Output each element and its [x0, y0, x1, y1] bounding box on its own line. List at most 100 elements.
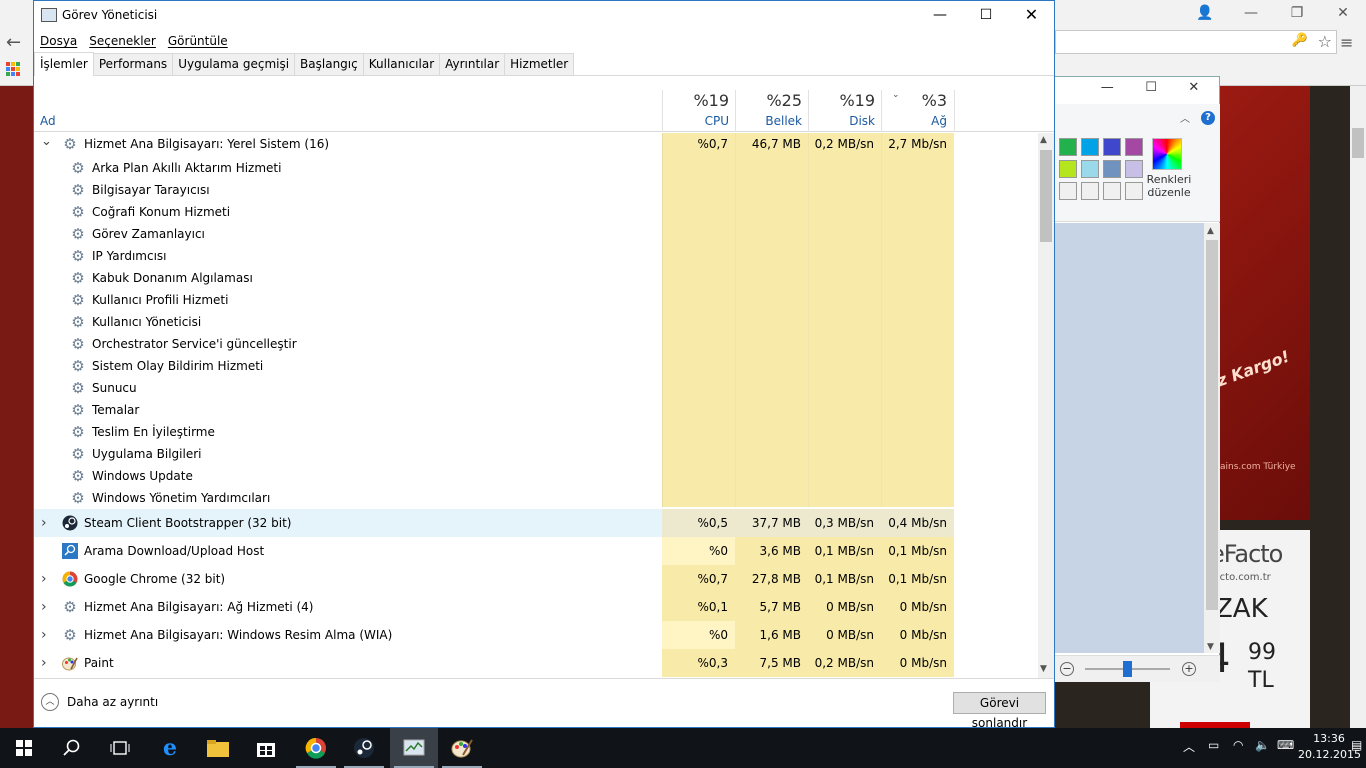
- taskbar-edge[interactable]: e: [146, 728, 194, 768]
- table-row[interactable]: ⌄ ⚙ Hizmet Ana Bilgisayarı: Yerel Sistem (…: [34, 133, 1038, 155]
- tab-processes[interactable]: İşlemler: [34, 52, 94, 76]
- color-swatch[interactable]: [1059, 160, 1077, 178]
- browser-restore-button[interactable]: ❐: [1274, 0, 1320, 26]
- back-arrow-icon[interactable]: ←: [6, 32, 28, 54]
- color-swatch[interactable]: [1125, 182, 1143, 200]
- color-swatch[interactable]: [1103, 138, 1121, 156]
- color-swatch[interactable]: [1081, 160, 1099, 178]
- scroll-up-icon[interactable]: ▲: [1040, 135, 1047, 145]
- taskbar-chrome[interactable]: [292, 728, 340, 768]
- paint-scrollbar-thumb[interactable]: [1206, 240, 1218, 610]
- column-disk-header[interactable]: %19 Disk: [808, 90, 882, 132]
- taskbar-store[interactable]: [242, 728, 290, 768]
- star-icon[interactable]: ☆: [1318, 32, 1332, 51]
- service-row[interactable]: ⚙ Temalar: [34, 399, 1038, 421]
- service-row[interactable]: ⚙ Görev Zamanlayıcı: [34, 223, 1038, 245]
- taskbar-paint[interactable]: [438, 728, 486, 768]
- paint-maximize-button[interactable]: ☐: [1145, 80, 1157, 102]
- table-row[interactable]: %0,7 27,8 MB 0,1 MB/sn 0,1 Mb/sn › Google Chr…: [34, 565, 1038, 593]
- chevron-up-icon[interactable]: ︿: [41, 693, 59, 711]
- process-list-scrollbar-thumb[interactable]: [1040, 150, 1052, 242]
- color-swatch[interactable]: [1125, 160, 1143, 178]
- column-cpu-header[interactable]: %19 CPU: [662, 90, 736, 132]
- zoom-slider-thumb[interactable]: [1123, 661, 1132, 677]
- service-row[interactable]: ⚙ Kabuk Donanım Algılaması: [34, 267, 1038, 289]
- chevron-down-icon[interactable]: ⌄: [41, 133, 52, 151]
- fewer-details-link[interactable]: Daha az ayrıntı: [67, 695, 158, 709]
- help-icon[interactable]: ?: [1201, 111, 1215, 125]
- user-icon[interactable]: 👤: [1182, 0, 1228, 26]
- search-button[interactable]: [48, 728, 96, 768]
- service-row[interactable]: ⚙ Uygulama Bilgileri: [34, 443, 1038, 465]
- service-row[interactable]: ⚙ Bilgisayar Tarayıcısı: [34, 179, 1038, 201]
- taskbar-task-manager[interactable]: [390, 728, 438, 768]
- paint-canvas-area[interactable]: [1055, 223, 1205, 653]
- browser-scrollbar[interactable]: [1350, 86, 1366, 728]
- tab-services[interactable]: Hizmetler: [504, 53, 575, 75]
- service-row[interactable]: ⚙ Windows Update: [34, 465, 1038, 487]
- table-row[interactable]: %0,3 7,5 MB 0,2 MB/sn 0 Mb/sn › Paint: [34, 649, 1038, 677]
- browser-close-button[interactable]: ✕: [1320, 0, 1366, 26]
- menu-options[interactable]: Seçenekler: [83, 31, 162, 51]
- paint-close-button[interactable]: ✕: [1188, 80, 1199, 102]
- zoom-out-button[interactable]: −: [1060, 662, 1074, 676]
- tab-details[interactable]: Ayrıntılar: [439, 53, 506, 75]
- taskbar-steam[interactable]: [340, 728, 388, 768]
- color-swatch[interactable]: [1059, 138, 1077, 156]
- table-row[interactable]: %0,1 5,7 MB 0 MB/sn 0 Mb/sn › ⚙ Hizmet Ana Bil…: [34, 593, 1038, 621]
- browser-scrollbar-thumb[interactable]: [1352, 128, 1364, 158]
- service-row[interactable]: ⚙ Coğrafi Konum Hizmeti: [34, 201, 1038, 223]
- column-name-header[interactable]: Ad: [40, 114, 56, 128]
- service-row[interactable]: ⚙ Kullanıcı Profili Hizmeti: [34, 289, 1038, 311]
- menu-view[interactable]: Görüntüle: [162, 31, 234, 51]
- browser-minimize-button[interactable]: —: [1228, 0, 1274, 26]
- chevron-right-icon[interactable]: ›: [41, 593, 47, 621]
- color-swatch[interactable]: [1103, 160, 1121, 178]
- tab-users[interactable]: Kullanıcılar: [362, 53, 441, 75]
- service-row[interactable]: ⚙ Windows Yönetim Yardımcıları: [34, 487, 1038, 509]
- paint-minimize-button[interactable]: —: [1101, 80, 1114, 102]
- start-button[interactable]: [0, 728, 48, 768]
- end-task-button[interactable]: Görevi sonlandır: [953, 692, 1046, 730]
- menu-file[interactable]: Dosya: [34, 31, 83, 51]
- maximize-button[interactable]: ☐: [963, 0, 1009, 30]
- key-icon[interactable]: 🔑: [1292, 33, 1308, 48]
- edit-colors-icon[interactable]: [1152, 138, 1182, 170]
- color-swatch[interactable]: [1103, 182, 1121, 200]
- paint-scroll-down-icon[interactable]: ▼: [1207, 642, 1214, 652]
- tab-startup[interactable]: Başlangıç: [294, 53, 364, 75]
- address-bar[interactable]: 🔑 ☆: [1055, 30, 1337, 54]
- chevron-right-icon[interactable]: ›: [41, 509, 47, 537]
- edit-colors-label[interactable]: Renkleri düzenle: [1146, 173, 1192, 199]
- table-row[interactable]: %0 3,6 MB 0,1 MB/sn 0,1 Mb/sn Arama Download…: [34, 537, 1038, 565]
- menu-icon[interactable]: ≡: [1340, 33, 1360, 53]
- service-row[interactable]: ⚙ Sistem Olay Bildirim Hizmeti: [34, 355, 1038, 377]
- minimize-button[interactable]: —: [917, 0, 963, 30]
- tray-expand-icon[interactable]: ︿: [1183, 738, 1195, 755]
- tab-performance[interactable]: Performans: [92, 53, 174, 75]
- task-view-button[interactable]: [96, 728, 144, 768]
- ribbon-collapse-icon[interactable]: ︿: [1180, 110, 1190, 125]
- wifi-icon[interactable]: ◠: [1233, 738, 1243, 752]
- color-swatch[interactable]: [1059, 182, 1077, 200]
- table-row[interactable]: %0 1,6 MB 0 MB/sn 0 Mb/sn › ⚙ Hizmet Ana Bilgi…: [34, 621, 1038, 649]
- chevron-right-icon[interactable]: ›: [41, 565, 47, 593]
- volume-icon[interactable]: 🔈: [1255, 738, 1270, 752]
- color-swatch[interactable]: [1081, 182, 1099, 200]
- service-row[interactable]: ⚙ Sunucu: [34, 377, 1038, 399]
- battery-icon[interactable]: ▭: [1208, 738, 1219, 752]
- service-row[interactable]: ⚙ Kullanıcı Yöneticisi: [34, 311, 1038, 333]
- close-button[interactable]: ✕: [1009, 0, 1054, 30]
- apps-grid-icon[interactable]: [6, 62, 20, 76]
- keyboard-icon[interactable]: ⌨: [1277, 738, 1294, 752]
- zoom-in-button[interactable]: +: [1182, 662, 1196, 676]
- chevron-right-icon[interactable]: ›: [41, 621, 47, 649]
- paint-scroll-up-icon[interactable]: ▲: [1207, 226, 1214, 236]
- scroll-down-icon[interactable]: ▼: [1040, 664, 1047, 674]
- color-swatch[interactable]: [1081, 138, 1099, 156]
- tab-app-history[interactable]: Uygulama geçmişi: [172, 53, 296, 75]
- service-row[interactable]: ⚙ Teslim En İyileştirme: [34, 421, 1038, 443]
- service-row[interactable]: ⚙ Orchestrator Service'i güncelleştir: [34, 333, 1038, 355]
- table-row[interactable]: %0,5 37,7 MB 0,3 MB/sn 0,4 Mb/sn › Steam Clie…: [34, 509, 1038, 537]
- service-row[interactable]: ⚙ IP Yardımcısı: [34, 245, 1038, 267]
